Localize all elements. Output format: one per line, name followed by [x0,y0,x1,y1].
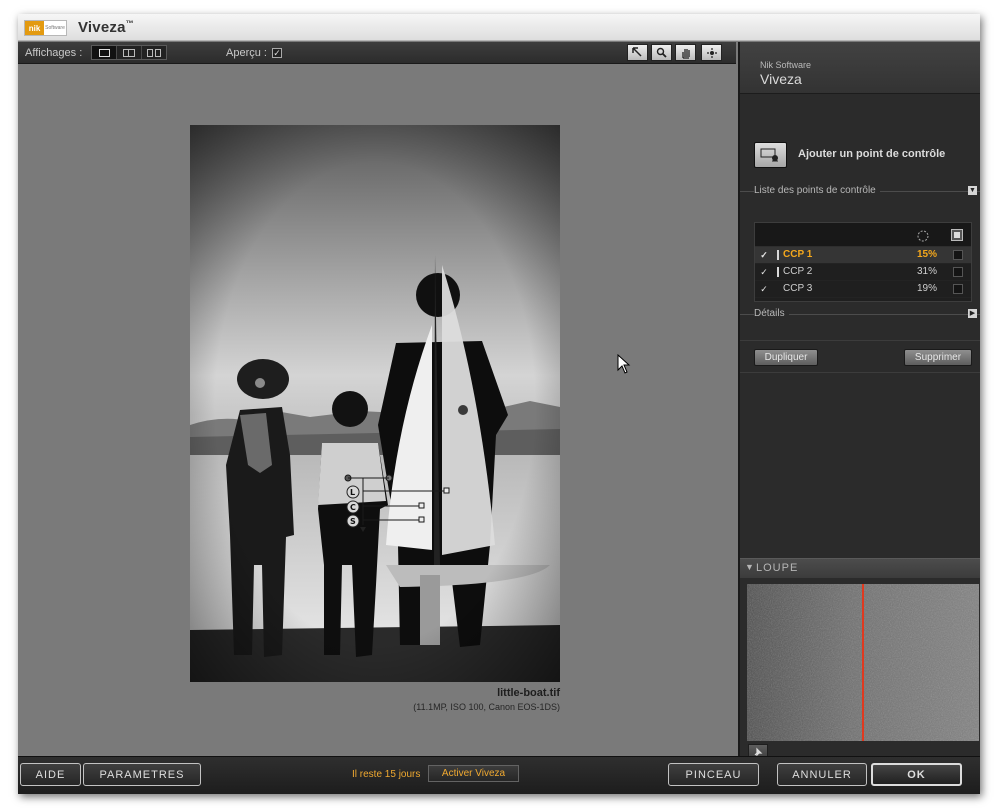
control-point-indicator [777,250,779,260]
control-point-name: CCP 3 [783,283,813,294]
zoom-icon [656,47,667,58]
select-arrow-icon [632,47,642,57]
select-tool-button[interactable] [627,44,648,61]
trademark-mark: ™ [125,19,134,28]
control-point-indicator [777,267,779,277]
loupe-header[interactable]: ▼ LOUPE [740,558,980,578]
details-title: Détails [754,308,789,319]
control-point-list: ✓ CCP 1 15% ✓ CCP 2 31% ✓ CCP 3 19% [754,222,972,302]
logo-secondary: Software [44,21,66,35]
control-point-list-columns [755,223,971,247]
view-mode-group [91,45,167,60]
add-point-icon [760,148,778,162]
activate-button[interactable]: Activer Viveza [428,765,519,782]
control-point-tool-button[interactable] [701,44,722,61]
single-view-button[interactable] [92,46,117,59]
mouse-cursor-icon [617,354,631,374]
loupe-marker-line [862,584,864,741]
pin-icon [754,747,763,756]
settings-button[interactable]: PARAMETRES [83,763,201,786]
delete-button[interactable]: Supprimer [904,349,972,366]
duplicate-button[interactable]: Dupliquer [754,349,818,366]
add-point-icon [706,47,717,58]
loupe-view [747,584,979,741]
control-point-mask-checkbox[interactable] [953,267,963,277]
bottom-bar: AIDE PARAMETRES Il reste 15 jours Active… [18,756,980,794]
ok-button[interactable]: OK [871,763,962,786]
control-point-percent: 15% [916,249,937,260]
mask-toggle-icon[interactable] [951,229,963,241]
viveza-window: nik Software Viveza™ Affichages : Aperçu… [18,14,980,794]
panel-divider [740,372,980,373]
control-point-list-header[interactable]: Liste des points de contrôle ▼ [740,185,980,199]
loupe-title: LOUPE [756,562,799,574]
control-point-row[interactable]: ✓ CCP 3 19% [755,281,971,298]
control-point-enabled-checkbox[interactable]: ✓ [759,267,769,277]
file-info: (11.1MP, ISO 100, Canon EOS-1DS) [413,702,560,712]
brush-button[interactable]: PINCEAU [668,763,759,786]
zoom-tool-button[interactable] [651,44,672,61]
chevron-right-icon[interactable]: ▶ [968,309,977,318]
preview-label: Aperçu : [226,47,267,59]
control-point-mask-checkbox[interactable] [953,284,963,294]
preview-checkbox[interactable]: ✓ [272,48,282,58]
details-header[interactable]: Détails ▶ [740,308,980,322]
split-view-button[interactable] [117,46,142,59]
file-name: little-boat.tif [497,687,560,699]
trial-remaining-text: Il reste 15 jours [352,769,421,780]
panel-header: Nik Software Viveza [740,42,980,94]
control-point-row[interactable]: ✓ CCP 1 15% [755,247,971,264]
control-point-row[interactable]: ✓ CCP 2 31% [755,264,971,281]
panel-name: Viveza [760,71,802,87]
control-point-percent: 19% [916,283,937,294]
control-point-name: CCP 1 [783,249,813,260]
chevron-down-icon[interactable]: ▼ [745,562,754,572]
control-point-enabled-checkbox[interactable]: ✓ [759,284,769,294]
side-by-side-view-icon [147,48,161,57]
control-point-name: CCP 2 [783,266,813,277]
title-bar: nik Software Viveza™ [18,14,980,41]
logo-primary: nik [25,21,44,35]
window-title: Viveza™ [78,19,134,36]
single-view-icon [98,48,110,57]
add-control-point-button[interactable] [754,142,787,168]
preview-toolbar: Affichages : Aperçu : ✓ [18,42,736,64]
nik-software-logo: nik Software [24,20,67,36]
split-view-icon [123,48,135,57]
help-button[interactable]: AIDE [20,763,81,786]
control-point-percent: 31% [916,266,937,277]
display-label: Affichages : [25,47,83,59]
hand-tool-button[interactable] [675,44,696,61]
panel-brand: Nik Software [760,60,812,70]
chevron-down-icon[interactable]: ▼ [968,186,977,195]
add-control-point-label[interactable]: Ajouter un point de contrôle [798,148,945,160]
preview-photo[interactable]: L C S [190,125,560,682]
side-by-side-view-button[interactable] [142,46,166,59]
control-point-mask-checkbox[interactable] [953,250,963,260]
panel-divider [740,340,980,341]
control-panel: Nik Software Viveza Ajouter un point de … [738,42,980,759]
cancel-button[interactable]: ANNULER [777,763,867,786]
radius-circle-icon [917,230,929,242]
control-point-enabled-checkbox[interactable]: ✓ [759,250,769,260]
window-title-text: Viveza [78,19,126,36]
image-preview-area[interactable]: L C S little-boat.tif (11.1MP, ISO 100, … [18,65,736,756]
hand-icon [681,48,690,59]
control-point-list-title: Liste des points de contrôle [754,185,880,196]
